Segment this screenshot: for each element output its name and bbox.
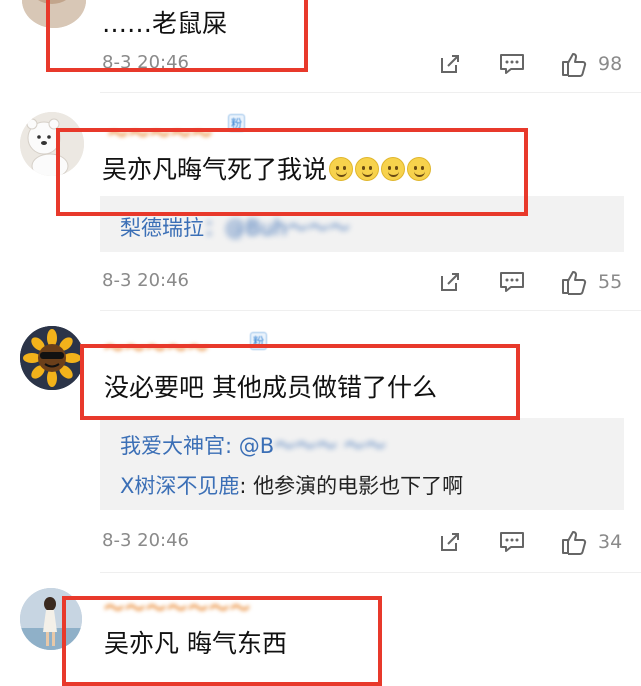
reply-mention[interactable]: @B <box>239 434 274 458</box>
divider <box>100 92 641 93</box>
reply-text: 他参演的电影也下了啊 <box>253 474 464 498</box>
avatar-image <box>20 326 84 390</box>
like-icon[interactable] <box>560 50 588 82</box>
share-icon[interactable] <box>438 530 462 558</box>
reply-text-blurred: ～～～ ～～ <box>274 434 386 458</box>
like-count: 34 <box>598 531 623 553</box>
comment-time: 8-3 20:46 <box>102 270 189 291</box>
divider <box>100 310 641 311</box>
like-icon[interactable] <box>560 528 588 560</box>
comment-icon[interactable] <box>498 530 526 558</box>
highlight-box <box>46 0 308 72</box>
reply-line[interactable]: 梨德瑞拉：@Buh～～～ <box>120 212 350 242</box>
like-count: 55 <box>598 271 623 293</box>
share-icon[interactable] <box>438 52 462 80</box>
share-icon[interactable] <box>438 270 462 298</box>
highlight-box <box>56 128 528 216</box>
reply-line[interactable]: 我爱大神官: @B～～～ ～～ <box>120 430 386 460</box>
highlight-box <box>62 596 382 686</box>
reply-username[interactable]: 我爱大神官 <box>120 434 225 458</box>
divider <box>100 572 641 573</box>
comment-time: 8-3 20:46 <box>102 530 189 551</box>
reply-username[interactable]: X树深不见鹿 <box>120 474 239 498</box>
highlight-box <box>80 344 520 420</box>
comment-icon[interactable] <box>498 52 526 80</box>
like-icon[interactable] <box>560 268 588 300</box>
reply-username[interactable]: 梨德瑞拉 <box>120 216 204 240</box>
like-count: 98 <box>598 53 623 75</box>
comment-icon[interactable] <box>498 270 526 298</box>
reply-line[interactable]: X树深不见鹿: 他参演的电影也下了啊 <box>120 470 463 500</box>
avatar[interactable] <box>20 326 84 390</box>
reply-text-blurred: ：@Buh～～～ <box>204 216 351 240</box>
